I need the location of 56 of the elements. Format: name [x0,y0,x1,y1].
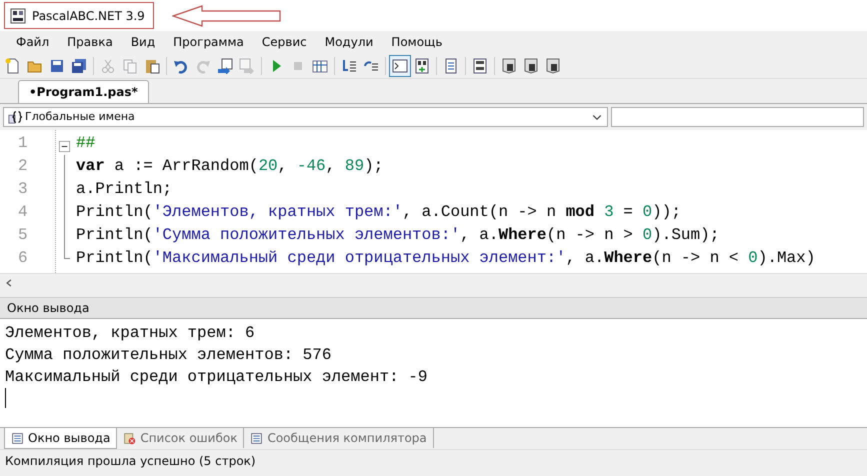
menu-item[interactable]: Помощь [383,31,450,53]
line-number: 5 [17,225,29,246]
line-number: 6 [17,248,29,269]
file-tab[interactable]: •Program1.pas* [18,80,149,103]
step-in-icon [341,58,357,74]
menu-item[interactable]: Сервис [254,31,315,53]
panel-tab[interactable]: Сообщения компилятора [244,428,434,448]
panel-tab[interactable]: Окно вывода [4,428,118,449]
console-icon [392,58,408,74]
scroll-left-icon [4,278,14,288]
code-line: Println('Сумма положительных элементов:', a.Where(n -> n > 0).Sum); [76,225,720,246]
scope-dropdown[interactable]: Глобальные имена [3,107,608,127]
menu-item[interactable]: Файл [8,31,58,53]
collapse-icon[interactable] [59,141,70,152]
line-number: 4 [17,202,29,223]
code-line: a.Println; [76,179,174,200]
line-number: 2 [17,156,29,177]
toolbar-button[interactable] [389,54,411,76]
save-icon [49,58,65,74]
list-icon [250,432,264,444]
menu-item[interactable]: Вид [122,31,164,53]
code-line: Println('Элементов, кратных трем:', a.Count(n -> n mod 3 = 0)); [76,202,682,223]
output-line: Сумма положительных элементов: 576 [5,345,332,366]
document-icon [501,58,517,74]
braces-icon [8,110,22,124]
scissors-icon [100,58,116,74]
menu-item[interactable]: Программа [165,31,252,53]
document-icon [545,58,561,74]
code-line: var a := ArrRandom(20, -46, 89); [76,156,384,177]
app-logo-icon [10,8,26,24]
text-cursor [5,388,6,408]
document-arrow-icon [239,58,255,74]
page-icon [443,58,459,74]
code-icon [472,58,488,74]
status-text: Компиляция прошла успешно (5 строк) [0,449,867,471]
letters-icon [414,58,430,74]
save-all-icon [71,58,87,74]
document-arrow-icon [217,58,233,74]
list-icon [11,432,24,444]
panel-title: Окно вывода [0,297,867,319]
output-line: Максимальный среди отрицательных элемент: -9 [5,367,428,388]
line-number: 1 [17,133,29,154]
code-line: Println('Максимальный среди отрицательных элемент:', a.Where(n -> n < 0).Max) [76,248,816,269]
menu-item[interactable]: Правка [59,31,121,53]
window-title: PascalABC.NET 3.9 [32,8,145,24]
grid-icon [312,58,328,74]
error-clipboard-icon [123,432,136,444]
document-icon [523,58,539,74]
new-file-icon [5,58,21,74]
copy-icon [122,58,138,74]
paste-icon [144,58,160,74]
menu-item[interactable]: Модули [316,31,382,53]
panel-tab[interactable]: Список ошибок [117,428,244,448]
code-line: ## [76,133,96,154]
line-number: 3 [17,179,29,200]
output-line: Элементов, кратных трем: 6 [5,323,256,344]
